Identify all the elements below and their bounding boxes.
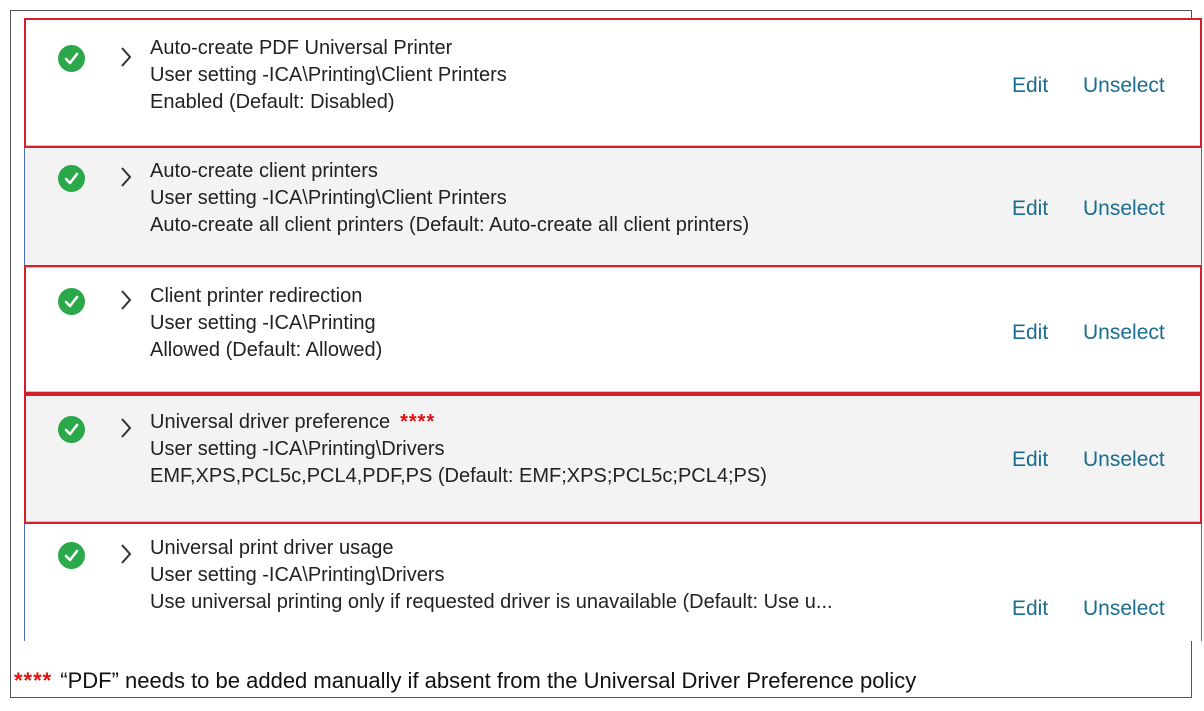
edit-link[interactable]: Edit [1012, 197, 1048, 221]
policy-value: Enabled (Default: Disabled) [150, 91, 395, 113]
chevron-right-icon[interactable] [119, 289, 133, 311]
unselect-link[interactable]: Unselect [1083, 321, 1165, 345]
policy-list: Auto-create PDF Universal Printer User s… [24, 18, 1202, 641]
policy-setting-path: User setting -ICA\Printing\Client Printe… [150, 64, 507, 86]
check-circle-icon [58, 165, 85, 192]
footnote-marker: **** [14, 668, 53, 693]
policy-value: Allowed (Default: Allowed) [150, 339, 383, 361]
chevron-right-icon[interactable] [119, 543, 133, 565]
footnote: **** “PDF” needs to be added manually if … [14, 668, 916, 694]
policy-name: Universal print driver usage [150, 537, 394, 559]
policy-name-line: Universal driver preference **** [150, 409, 767, 436]
policy-row: Auto-create client printers User setting… [25, 146, 1201, 268]
unselect-link[interactable]: Unselect [1083, 448, 1165, 472]
chevron-right-icon[interactable] [119, 166, 133, 188]
check-circle-icon [58, 542, 85, 569]
check-circle-icon [58, 288, 85, 315]
edit-link[interactable]: Edit [1012, 74, 1048, 98]
unselect-link[interactable]: Unselect [1083, 74, 1165, 98]
edit-link[interactable]: Edit [1012, 597, 1048, 621]
chevron-right-icon[interactable] [119, 46, 133, 68]
policy-name: Auto-create client printers [150, 160, 378, 182]
chevron-right-icon[interactable] [119, 417, 133, 439]
policy-row: Auto-create PDF Universal Printer User s… [25, 18, 1201, 146]
footnote-text: “PDF” needs to be added manually if abse… [60, 668, 917, 693]
policy-name: Universal driver preference [150, 411, 391, 433]
policy-name: Auto-create PDF Universal Printer [150, 37, 453, 59]
policy-setting-path: User setting -ICA\Printing\Client Printe… [150, 187, 507, 209]
unselect-link[interactable]: Unselect [1083, 597, 1165, 621]
footnote-marker: **** [400, 411, 436, 433]
policy-value: EMF,XPS,PCL5c,PCL4,PDF,PS (Default: EMF;… [150, 465, 767, 487]
policy-row: Universal driver preference **** User set… [25, 392, 1201, 522]
policy-value: Use universal printing only if requested… [150, 591, 833, 613]
unselect-link[interactable]: Unselect [1083, 197, 1165, 221]
policy-value: Auto-create all client printers (Default… [150, 214, 750, 236]
policy-name: Client printer redirection [150, 285, 363, 307]
policy-setting-path: User setting -ICA\Printing\Drivers [150, 438, 445, 460]
check-circle-icon [58, 45, 85, 72]
edit-link[interactable]: Edit [1012, 321, 1048, 345]
policy-setting-path: User setting -ICA\Printing [150, 312, 376, 334]
policy-row: Universal print driver usage User settin… [25, 522, 1201, 641]
policy-setting-path: User setting -ICA\Printing\Drivers [150, 564, 445, 586]
edit-link[interactable]: Edit [1012, 448, 1048, 472]
check-circle-icon [58, 416, 85, 443]
policy-row: Client printer redirection User setting … [25, 268, 1201, 392]
